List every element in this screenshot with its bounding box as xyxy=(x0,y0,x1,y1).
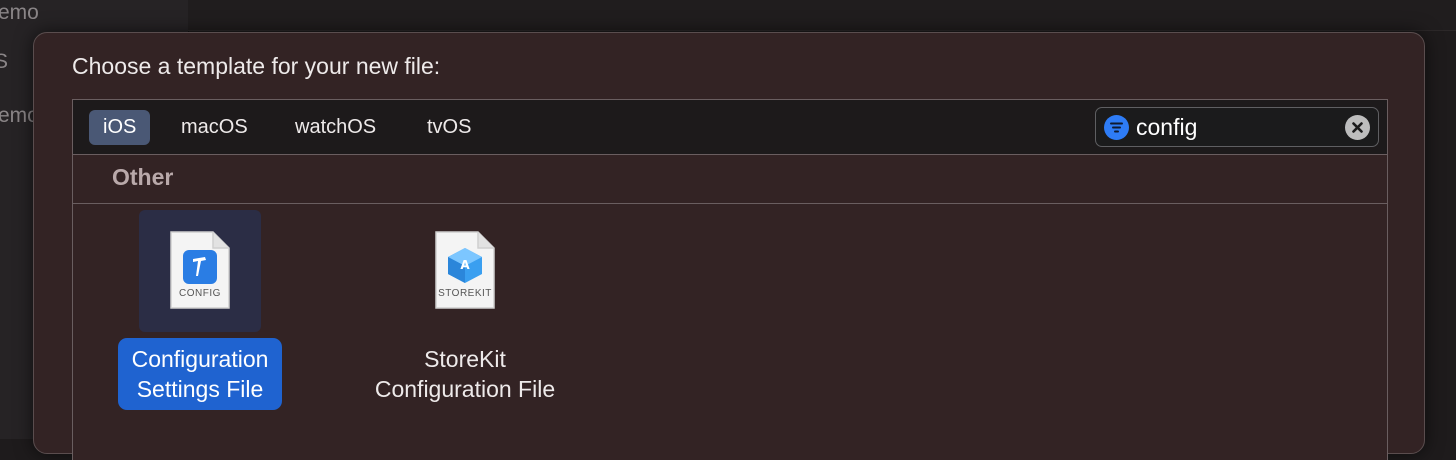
template-configuration-settings-file[interactable]: CONFIG Configuration Settings File xyxy=(80,210,320,410)
config-file-icon: CONFIG xyxy=(169,230,231,310)
template-label-line: Configuration File xyxy=(374,376,556,402)
tab-ios[interactable]: iOS xyxy=(89,110,151,145)
sidebar-fragment: emo xyxy=(0,1,39,24)
sidebar-fragment: S xyxy=(0,50,9,73)
background-toolbar xyxy=(188,0,1456,31)
tab-tvos[interactable]: tvOS xyxy=(413,110,485,145)
svg-text:A: A xyxy=(460,258,470,272)
section-header: Other xyxy=(73,155,1387,204)
clear-icon[interactable] xyxy=(1345,115,1370,140)
template-icon-tile[interactable]: A STOREKIT xyxy=(404,210,526,332)
template-label-line: StoreKit xyxy=(424,346,506,372)
template-label-line: Settings File xyxy=(136,376,264,402)
template-icon-tile[interactable]: CONFIG xyxy=(139,210,261,332)
tab-watchos[interactable]: watchOS xyxy=(281,110,390,145)
config-file-tag: CONFIG xyxy=(179,288,221,299)
template-label-line: Configuration xyxy=(131,346,269,372)
template-label[interactable]: Configuration Settings File xyxy=(117,338,283,410)
tab-macos[interactable]: macOS xyxy=(167,110,262,145)
sheet-title: Choose a template for your new file: xyxy=(72,53,441,79)
filter-icon[interactable] xyxy=(1104,115,1129,140)
search-input[interactable] xyxy=(1136,112,1336,142)
platform-tab-bar: iOS macOS watchOS tvOS xyxy=(73,100,1387,155)
template-chooser: iOS macOS watchOS tvOS config Other CONF… xyxy=(72,99,1388,460)
section-title: Other xyxy=(112,164,174,190)
template-label[interactable]: StoreKit Configuration File xyxy=(361,338,569,410)
template-storekit-configuration-file[interactable]: A STOREKIT StoreKit Configuration File xyxy=(345,210,585,410)
storekit-file-tag: STOREKIT xyxy=(438,288,492,299)
storekit-file-icon: A STOREKIT xyxy=(434,230,496,310)
new-file-template-sheet: Choose a template for your new file: iOS… xyxy=(33,32,1425,460)
filter-search-field[interactable] xyxy=(1095,107,1379,147)
